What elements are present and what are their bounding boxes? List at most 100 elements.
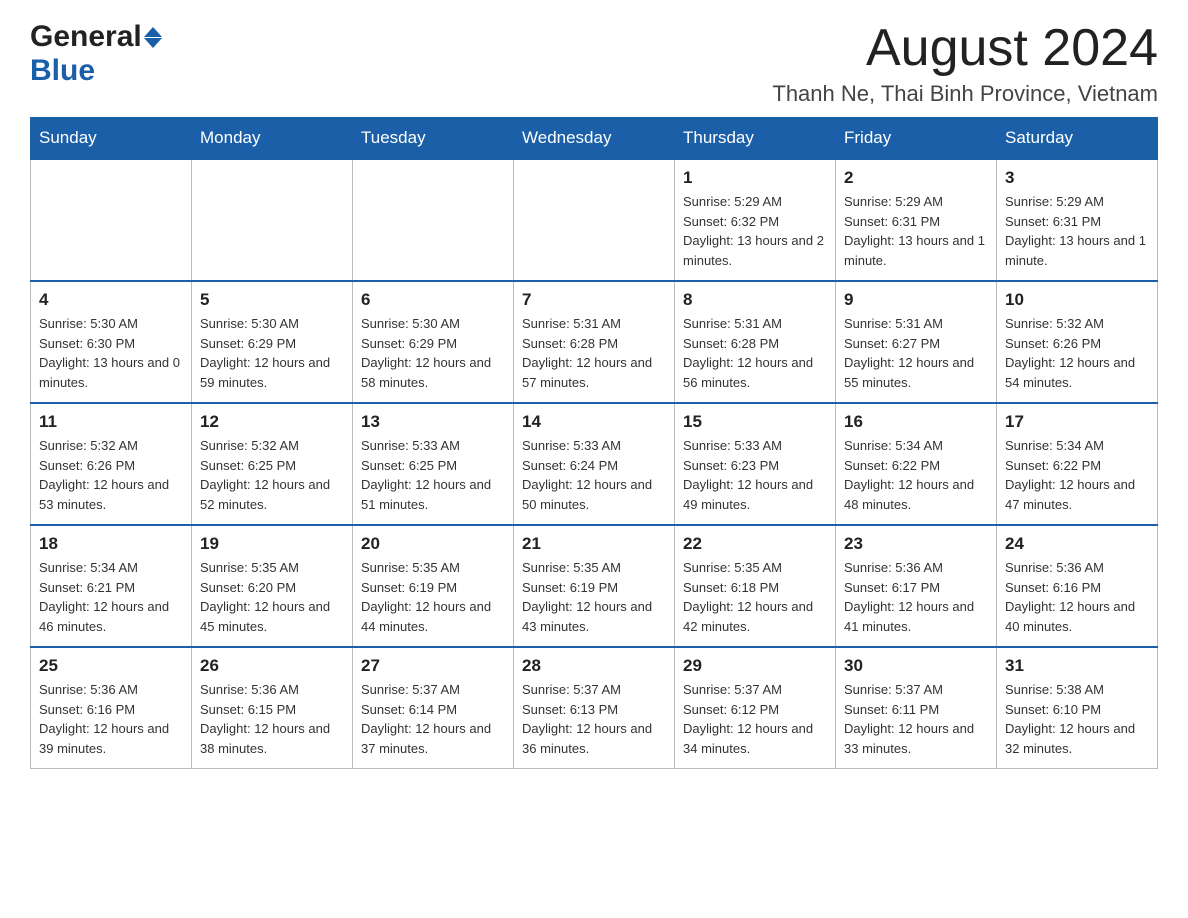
day-number: 21 xyxy=(522,534,666,554)
column-header-saturday: Saturday xyxy=(997,118,1158,160)
day-number: 11 xyxy=(39,412,183,432)
day-number: 12 xyxy=(200,412,344,432)
calendar-cell: 8 Sunrise: 5:31 AM Sunset: 6:28 PM Daylig… xyxy=(675,281,836,403)
day-number: 18 xyxy=(39,534,183,554)
day-detail: Sunrise: 5:36 AM Sunset: 6:16 PM Dayligh… xyxy=(1005,558,1149,636)
day-number: 5 xyxy=(200,290,344,310)
calendar-cell: 5 Sunrise: 5:30 AM Sunset: 6:29 PM Daylig… xyxy=(192,281,353,403)
calendar-cell: 12 Sunrise: 5:32 AM Sunset: 6:25 PM Dayli… xyxy=(192,403,353,525)
calendar-cell: 16 Sunrise: 5:34 AM Sunset: 6:22 PM Dayli… xyxy=(836,403,997,525)
day-number: 30 xyxy=(844,656,988,676)
day-number: 17 xyxy=(1005,412,1149,432)
calendar-week-4: 18 Sunrise: 5:34 AM Sunset: 6:21 PM Dayli… xyxy=(31,525,1158,647)
day-detail: Sunrise: 5:30 AM Sunset: 6:29 PM Dayligh… xyxy=(361,314,505,392)
location-title: Thanh Ne, Thai Binh Province, Vietnam xyxy=(772,81,1158,107)
calendar-table: SundayMondayTuesdayWednesdayThursdayFrid… xyxy=(30,117,1158,769)
calendar-cell: 22 Sunrise: 5:35 AM Sunset: 6:18 PM Dayli… xyxy=(675,525,836,647)
calendar-cell: 4 Sunrise: 5:30 AM Sunset: 6:30 PM Daylig… xyxy=(31,281,192,403)
logo: General Blue xyxy=(30,20,162,88)
day-number: 22 xyxy=(683,534,827,554)
column-header-friday: Friday xyxy=(836,118,997,160)
day-number: 14 xyxy=(522,412,666,432)
calendar-cell: 13Sunrise: 5:33 AM Sunset: 6:25 PM Dayli… xyxy=(353,403,514,525)
day-detail: Sunrise: 5:31 AM Sunset: 6:28 PM Dayligh… xyxy=(522,314,666,392)
day-number: 31 xyxy=(1005,656,1149,676)
day-number: 19 xyxy=(200,534,344,554)
day-number: 3 xyxy=(1005,168,1149,188)
calendar-cell xyxy=(192,159,353,281)
day-detail: Sunrise: 5:37 AM Sunset: 6:13 PM Dayligh… xyxy=(522,680,666,758)
day-detail: Sunrise: 5:33 AM Sunset: 6:23 PM Dayligh… xyxy=(683,436,827,514)
calendar-week-1: 1 Sunrise: 5:29 AM Sunset: 6:32 PM Daylig… xyxy=(31,159,1158,281)
calendar-cell: 29 Sunrise: 5:37 AM Sunset: 6:12 PM Dayli… xyxy=(675,647,836,769)
calendar-cell: 6Sunrise: 5:30 AM Sunset: 6:29 PM Daylig… xyxy=(353,281,514,403)
calendar-cell: 27 Sunrise: 5:37 AM Sunset: 6:14 PM Dayli… xyxy=(353,647,514,769)
calendar-cell xyxy=(353,159,514,281)
logo-blue-text: Blue xyxy=(30,54,95,87)
day-detail: Sunrise: 5:35 AM Sunset: 6:20 PM Dayligh… xyxy=(200,558,344,636)
day-detail: Sunrise: 5:32 AM Sunset: 6:26 PM Dayligh… xyxy=(39,436,183,514)
day-number: 10 xyxy=(1005,290,1149,310)
column-header-sunday: Sunday xyxy=(31,118,192,160)
calendar-cell: 15Sunrise: 5:33 AM Sunset: 6:23 PM Dayli… xyxy=(675,403,836,525)
day-number: 1 xyxy=(683,168,827,188)
day-number: 9 xyxy=(844,290,988,310)
day-detail: Sunrise: 5:35 AM Sunset: 6:18 PM Dayligh… xyxy=(683,558,827,636)
day-detail: Sunrise: 5:37 AM Sunset: 6:14 PM Dayligh… xyxy=(361,680,505,758)
calendar-week-5: 25Sunrise: 5:36 AM Sunset: 6:16 PM Dayli… xyxy=(31,647,1158,769)
day-detail: Sunrise: 5:34 AM Sunset: 6:21 PM Dayligh… xyxy=(39,558,183,636)
day-detail: Sunrise: 5:37 AM Sunset: 6:11 PM Dayligh… xyxy=(844,680,988,758)
day-detail: Sunrise: 5:37 AM Sunset: 6:12 PM Dayligh… xyxy=(683,680,827,758)
day-detail: Sunrise: 5:36 AM Sunset: 6:16 PM Dayligh… xyxy=(39,680,183,758)
day-detail: Sunrise: 5:35 AM Sunset: 6:19 PM Dayligh… xyxy=(361,558,505,636)
calendar-cell: 25Sunrise: 5:36 AM Sunset: 6:16 PM Dayli… xyxy=(31,647,192,769)
day-number: 23 xyxy=(844,534,988,554)
day-number: 13 xyxy=(361,412,505,432)
day-number: 26 xyxy=(200,656,344,676)
day-detail: Sunrise: 5:34 AM Sunset: 6:22 PM Dayligh… xyxy=(844,436,988,514)
day-detail: Sunrise: 5:32 AM Sunset: 6:25 PM Dayligh… xyxy=(200,436,344,514)
day-number: 7 xyxy=(522,290,666,310)
day-detail: Sunrise: 5:35 AM Sunset: 6:19 PM Dayligh… xyxy=(522,558,666,636)
day-number: 8 xyxy=(683,290,827,310)
page-header: General Blue August 2024 Thanh Ne, Thai … xyxy=(30,20,1158,107)
day-detail: Sunrise: 5:32 AM Sunset: 6:26 PM Dayligh… xyxy=(1005,314,1149,392)
calendar-cell: 11 Sunrise: 5:32 AM Sunset: 6:26 PM Dayli… xyxy=(31,403,192,525)
calendar-cell: 24 Sunrise: 5:36 AM Sunset: 6:16 PM Dayli… xyxy=(997,525,1158,647)
title-block: August 2024 Thanh Ne, Thai Binh Province… xyxy=(772,20,1158,107)
day-number: 16 xyxy=(844,412,988,432)
calendar-cell: 31Sunrise: 5:38 AM Sunset: 6:10 PM Dayli… xyxy=(997,647,1158,769)
calendar-cell xyxy=(514,159,675,281)
day-detail: Sunrise: 5:36 AM Sunset: 6:17 PM Dayligh… xyxy=(844,558,988,636)
day-detail: Sunrise: 5:31 AM Sunset: 6:28 PM Dayligh… xyxy=(683,314,827,392)
day-number: 29 xyxy=(683,656,827,676)
calendar-cell: 9Sunrise: 5:31 AM Sunset: 6:27 PM Daylig… xyxy=(836,281,997,403)
day-number: 4 xyxy=(39,290,183,310)
calendar-header-row: SundayMondayTuesdayWednesdayThursdayFrid… xyxy=(31,118,1158,160)
calendar-cell xyxy=(31,159,192,281)
logo-general-text: General xyxy=(30,20,142,54)
day-number: 27 xyxy=(361,656,505,676)
day-detail: Sunrise: 5:29 AM Sunset: 6:31 PM Dayligh… xyxy=(844,192,988,270)
day-detail: Sunrise: 5:29 AM Sunset: 6:32 PM Dayligh… xyxy=(683,192,827,270)
calendar-cell: 20Sunrise: 5:35 AM Sunset: 6:19 PM Dayli… xyxy=(353,525,514,647)
calendar-cell: 2 Sunrise: 5:29 AM Sunset: 6:31 PM Daylig… xyxy=(836,159,997,281)
month-title: August 2024 xyxy=(772,20,1158,77)
column-header-monday: Monday xyxy=(192,118,353,160)
day-number: 24 xyxy=(1005,534,1149,554)
day-detail: Sunrise: 5:30 AM Sunset: 6:29 PM Dayligh… xyxy=(200,314,344,392)
calendar-cell: 18 Sunrise: 5:34 AM Sunset: 6:21 PM Dayli… xyxy=(31,525,192,647)
column-header-tuesday: Tuesday xyxy=(353,118,514,160)
day-number: 2 xyxy=(844,168,988,188)
day-detail: Sunrise: 5:33 AM Sunset: 6:24 PM Dayligh… xyxy=(522,436,666,514)
calendar-cell: 19 Sunrise: 5:35 AM Sunset: 6:20 PM Dayli… xyxy=(192,525,353,647)
calendar-cell: 3 Sunrise: 5:29 AM Sunset: 6:31 PM Daylig… xyxy=(997,159,1158,281)
day-detail: Sunrise: 5:29 AM Sunset: 6:31 PM Dayligh… xyxy=(1005,192,1149,270)
calendar-cell: 23 Sunrise: 5:36 AM Sunset: 6:17 PM Dayli… xyxy=(836,525,997,647)
calendar-cell: 30 Sunrise: 5:37 AM Sunset: 6:11 PM Dayli… xyxy=(836,647,997,769)
column-header-thursday: Thursday xyxy=(675,118,836,160)
day-detail: Sunrise: 5:30 AM Sunset: 6:30 PM Dayligh… xyxy=(39,314,183,392)
calendar-cell: 17Sunrise: 5:34 AM Sunset: 6:22 PM Dayli… xyxy=(997,403,1158,525)
calendar-cell: 14 Sunrise: 5:33 AM Sunset: 6:24 PM Dayli… xyxy=(514,403,675,525)
calendar-cell: 28Sunrise: 5:37 AM Sunset: 6:13 PM Dayli… xyxy=(514,647,675,769)
